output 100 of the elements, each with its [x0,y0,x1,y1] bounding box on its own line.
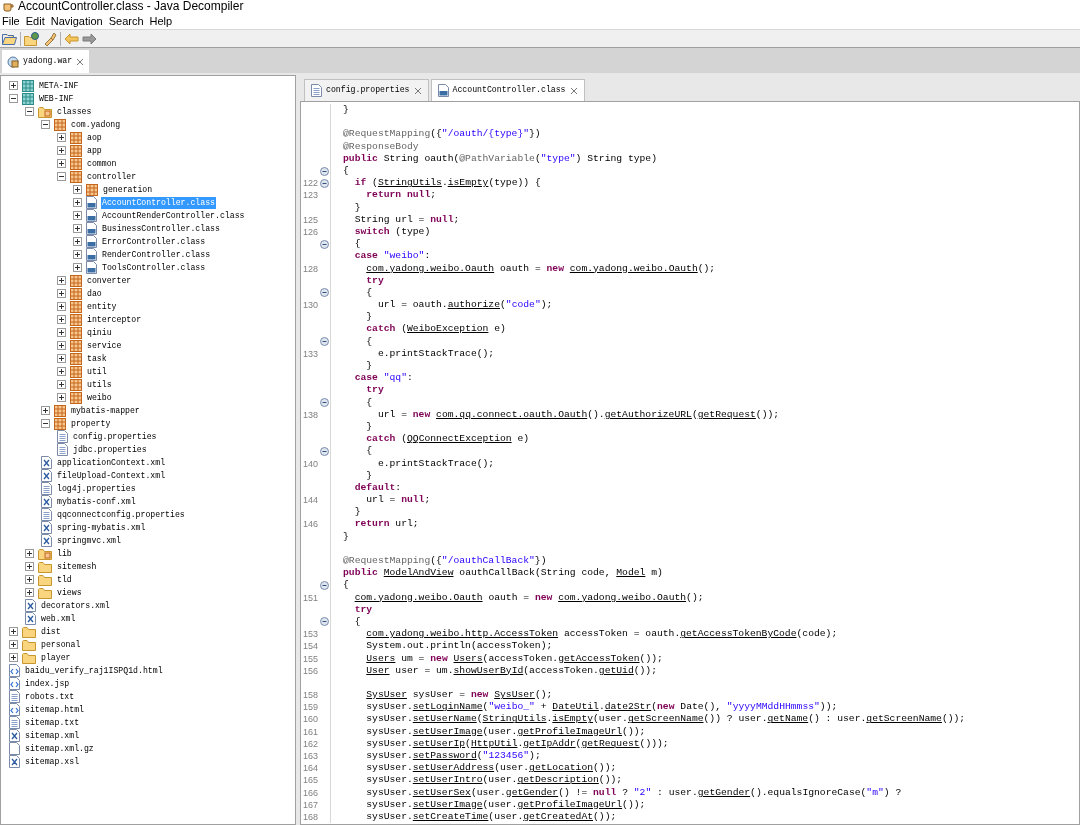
menu-item[interactable]: Navigation [50,12,103,30]
tree-item[interactable]: ToolsController.class [101,261,207,274]
expand-icon[interactable] [57,133,66,142]
tree-item[interactable]: BusinessController.class [101,222,221,235]
fold-icon[interactable] [320,580,329,590]
tree-item[interactable]: views [56,586,83,599]
tree-item[interactable]: lib [56,547,73,560]
tree-item[interactable]: generation [102,183,154,196]
tree-item[interactable]: sitemap.xsl [24,755,81,768]
tree-item[interactable]: sitemap.html [24,703,85,716]
tree-item[interactable]: converter [86,274,133,287]
tree-item[interactable]: sitemap.txt [24,716,81,729]
fold-icon[interactable] [320,178,329,188]
tree-item[interactable]: common [86,157,118,170]
tree-item[interactable]: personal [40,638,82,651]
tree-item[interactable]: entity [86,300,118,313]
fold-icon[interactable] [320,446,329,456]
tree-item[interactable]: aop [86,131,103,144]
editor-tab[interactable]: AccountController.class [430,79,585,101]
expand-icon[interactable] [9,640,18,649]
tree-item[interactable]: WEB-INF [38,92,75,105]
tree-item[interactable]: interceptor [86,313,143,326]
tree-item[interactable]: sitemap.xml [24,729,81,742]
tree-item[interactable]: dao [86,287,103,300]
fold-icon[interactable] [320,337,329,347]
tree-item[interactable]: ErrorController.class [101,235,207,248]
expand-icon[interactable] [9,81,18,90]
expand-icon[interactable] [73,237,82,246]
open-folder-icon[interactable] [2,32,17,45]
tree-item[interactable]: utils [86,378,113,391]
tree-item[interactable]: property [70,417,112,430]
menu-item[interactable]: Search [108,12,144,30]
expand-icon[interactable] [57,289,66,298]
tree-item[interactable]: log4j.properties [56,482,137,495]
expand-icon[interactable] [57,354,66,363]
expand-icon[interactable] [57,302,66,311]
fold-icon[interactable] [320,398,329,408]
menu-item[interactable]: Help [149,12,173,30]
tree-item[interactable]: dist [40,625,62,638]
tree-item[interactable]: fileUpload-Context.xml [56,469,167,482]
tree-item[interactable]: META-INF [38,79,80,92]
tree-item[interactable]: weibo [86,391,113,404]
tree-item[interactable]: controller [86,170,138,183]
tree-item[interactable]: spring-mybatis.xml [56,521,147,534]
expand-icon[interactable] [57,341,66,350]
expand-icon[interactable] [57,315,66,324]
expand-icon[interactable] [25,549,34,558]
flashlight-icon[interactable] [43,31,57,46]
tree-item[interactable]: classes [56,105,93,118]
fold-icon[interactable] [320,239,329,249]
tree-item[interactable]: robots.txt [24,690,76,703]
editor-tab[interactable]: config.properties [304,79,429,101]
collapse-icon[interactable] [41,120,50,129]
expand-icon[interactable] [57,146,66,155]
expand-icon[interactable] [9,627,18,636]
fold-icon[interactable] [320,617,329,627]
tree-item[interactable]: jdbc.properties [72,443,148,456]
expand-icon[interactable] [73,211,82,220]
expand-icon[interactable] [73,198,82,207]
collapse-icon[interactable] [57,172,66,181]
collapse-icon[interactable] [41,419,50,428]
tree-item[interactable]: util [86,365,108,378]
tree-item[interactable]: springmvc.xml [56,534,122,547]
expand-icon[interactable] [57,328,66,337]
close-icon[interactable] [76,57,85,66]
expand-icon[interactable] [25,575,34,584]
fold-icon[interactable] [320,166,329,176]
folder-globe-icon[interactable] [24,31,40,46]
menu-item[interactable]: File [2,12,20,30]
close-icon[interactable] [569,86,578,95]
tree-item[interactable]: player [40,651,72,664]
tree-item[interactable]: AccountRenderController.class [101,209,246,222]
expand-icon[interactable] [57,276,66,285]
tree-item[interactable]: tld [56,573,73,586]
collapse-icon[interactable] [9,94,18,103]
tree-item[interactable]: index.jsp [24,677,71,690]
tree-item[interactable]: sitemap.xml.gz [24,742,95,755]
expand-icon[interactable] [73,224,82,233]
expand-icon[interactable] [57,393,66,402]
expand-icon[interactable] [57,380,66,389]
archive-tab[interactable]: yadong.war [2,50,90,73]
tree-item[interactable]: config.properties [72,430,158,443]
tree-item[interactable]: com.yadong [70,118,122,131]
tree-item[interactable]: RenderController.class [101,248,212,261]
tree-item[interactable]: sitemesh [56,560,98,573]
tree-item[interactable]: decorators.xml [40,599,111,612]
expand-icon[interactable] [9,653,18,662]
expand-icon[interactable] [73,263,82,272]
tree-item[interactable]: applicationContext.xml [56,456,167,469]
collapse-icon[interactable] [25,107,34,116]
expand-icon[interactable] [25,588,34,597]
expand-icon[interactable] [25,562,34,571]
tree-item[interactable]: mybatis-mapper [70,404,141,417]
tree-item[interactable]: app [86,144,103,157]
tree-item[interactable]: service [86,339,123,352]
expand-icon[interactable] [41,406,50,415]
tree-item[interactable]: baidu_verify_raj1ISPQ1d.html [24,664,164,677]
expand-icon[interactable] [57,367,66,376]
tree-item[interactable]: web.xml [40,612,77,625]
expand-icon[interactable] [73,250,82,259]
